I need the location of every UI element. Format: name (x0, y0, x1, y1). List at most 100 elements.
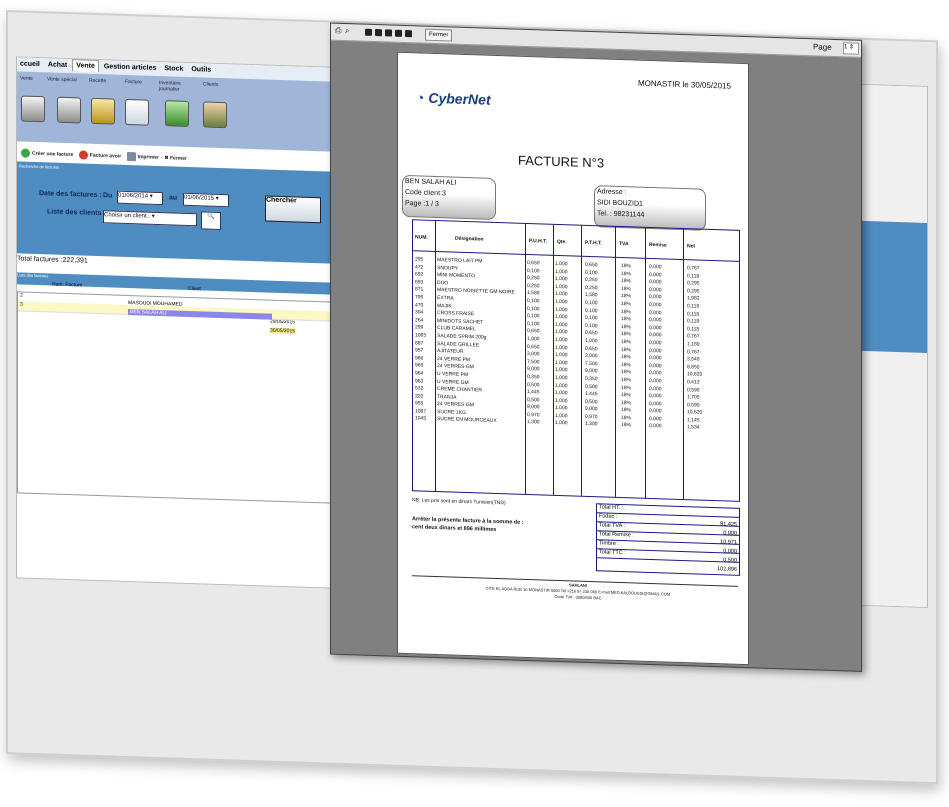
print-icon[interactable]: ⎙ (335, 26, 341, 36)
clients-icon[interactable] (203, 101, 227, 129)
search-panel: Recherche de factures Date des factures … (17, 161, 347, 265)
ribbon-label-recette: Recette (89, 77, 107, 85)
screenshot-stage: ccueil Achat Vente Gestion articles Stoc… (0, 0, 949, 807)
table-cell: 18% (621, 407, 632, 414)
four-pages-icon[interactable] (395, 29, 402, 37)
th-remise: Remise (649, 241, 667, 249)
one-page-icon[interactable] (365, 28, 372, 36)
col-ptht-values: 0,650 0,100 0,250 0,250 1,580 0,100 0,100 0,100… (585, 262, 598, 429)
table-cell: 1,000 (555, 298, 568, 306)
col-divider (683, 229, 684, 500)
logo-text: CyberNet (428, 89, 491, 108)
page-spinner[interactable]: 1 ⇕ (843, 42, 859, 55)
client-page: Page :1 / 3 (405, 200, 439, 209)
zoom-icon[interactable]: ⌕ (345, 26, 349, 36)
date-from-picker[interactable]: 01/06/2014 ▾ (117, 190, 163, 206)
six-pages-icon[interactable] (405, 30, 412, 38)
menu-gestion-articles[interactable]: Gestion articles (101, 61, 160, 74)
table-cell: 3,000 (527, 351, 540, 358)
table-cell: 1,000 (555, 374, 568, 382)
table-cell: 0,413 (687, 379, 700, 386)
client-box: BEN SALAH ALI Code client:3 Page :1 / 3 (402, 174, 496, 220)
table-cell: 0,000 (649, 339, 662, 347)
search-icon[interactable]: 🔍 (201, 211, 221, 231)
create-invoice-label: Créer une facture (32, 150, 74, 159)
th-ptht: P.T.H.T. (585, 239, 602, 247)
table-cell: 0,650 (527, 259, 540, 267)
print-button[interactable]: Imprimer (126, 151, 159, 162)
table-cell: 3,000 (585, 352, 598, 360)
menu-outils[interactable]: Outils (188, 64, 214, 76)
table-cell: 304 (415, 309, 424, 316)
th-tva: TVA (619, 240, 629, 248)
credit-note-button[interactable]: Facture avoir (78, 150, 121, 160)
three-pages-icon[interactable] (385, 29, 392, 37)
table-cell: 1,445 (585, 390, 598, 398)
search-section-title: Recherche de factures (19, 163, 60, 170)
clients-label: Liste des clients : (47, 208, 106, 218)
menu-vente[interactable]: Vente (72, 59, 99, 73)
menu-achat[interactable]: Achat (45, 59, 70, 71)
table-cell: 1,000 (555, 352, 568, 359)
table-cell: 0,100 (585, 315, 598, 322)
close-button[interactable]: ✖ Fermer (164, 155, 187, 162)
address-box: Adresse : SIDI BOUZID1 Tel. : 98231144 (594, 185, 706, 231)
place-date: MONASTIR le 30/05/2015 (638, 78, 731, 91)
table-cell: 955 (415, 400, 424, 407)
cash-register-icon[interactable] (21, 95, 45, 123)
menu-accueil[interactable]: ccueil (17, 58, 43, 70)
table-cell: 0,295 (687, 280, 700, 287)
table-cell: 18% (621, 263, 632, 270)
date-to-picker[interactable]: 01/06/2015 ▾ (183, 192, 229, 208)
table-cell: 1,000 (585, 337, 598, 345)
th-puht: P.U.H.T. (529, 238, 547, 245)
invoice-document-icon[interactable] (125, 98, 149, 126)
table-cell: 18% (621, 316, 632, 323)
special-sale-icon[interactable] (57, 96, 81, 124)
total-tva-label: Total TVA : (599, 522, 626, 530)
du-label: Du (103, 192, 113, 200)
fodec-label: Fodec : (599, 513, 618, 520)
table-cell: 18% (621, 392, 632, 399)
chercher-button[interactable]: Chercher (265, 195, 321, 224)
client-select[interactable]: Choisir un client.. ▾ (103, 210, 197, 227)
table-cell: 0,100 (527, 297, 540, 305)
fermer-button[interactable]: Fermer (425, 28, 453, 42)
close-label: Fermer (169, 155, 187, 162)
ribbon-label-inventaire: Inventaire journalier (159, 79, 181, 93)
table-cell: 1,445 (527, 389, 540, 396)
price-note: NB: Les prix sont en dinars Tunisien(TND… (412, 497, 506, 507)
col-designation-values: MAESTRO LAIT PM SNOUPY MINI MOMENTO DUO MAES… (437, 257, 515, 427)
tilted-window-frame: ccueil Achat Vente Gestion articles Stoc… (6, 10, 938, 785)
menu-stock[interactable]: Stock (161, 63, 186, 75)
table-cell: 532 (415, 385, 424, 392)
table-cell: 1,705 (687, 394, 700, 401)
col-divider (581, 225, 582, 496)
col-remise-values: 0,000 0,000 0,000 0,000 0,000 0,000 0,000 0,000… (649, 264, 662, 431)
invoice-title: FACTURE N°3 (518, 152, 605, 171)
total-remise-label: Total Remise : (599, 531, 634, 539)
address-tel: Tel. : 98231144 (597, 210, 645, 219)
date-label: Date des factures : (39, 190, 102, 200)
create-invoice-button[interactable]: Créer une facture (21, 148, 73, 159)
amount-in-words: Arrêter la présente facture à la somme d… (412, 515, 524, 535)
table-cell: 1,000 (555, 276, 568, 283)
total-ht-label: Total HT. : (599, 504, 624, 512)
receipt-money-icon[interactable] (91, 97, 115, 125)
col-divider (553, 224, 554, 495)
delete-icon (78, 150, 88, 160)
table-cell: 0,650 (585, 261, 598, 269)
table-cell: 1045 (415, 415, 427, 423)
ribbon-label-clients: Clients (203, 81, 219, 88)
table-cell: 18% (621, 278, 632, 285)
table-cell: 1065 (415, 332, 427, 339)
table-cell: 0,250 (585, 277, 598, 284)
table-cell: 0,000 (649, 423, 662, 430)
page-label: Page (813, 42, 832, 52)
grand-total-value: 102,896 (717, 566, 737, 573)
inventory-icon[interactable] (165, 100, 189, 127)
row-num: 2 (20, 292, 23, 299)
th-designation: Désignation (455, 235, 484, 243)
items-table: NUM. Désignation P.U.H.T. Qte. P.T.H.T. … (412, 219, 740, 502)
two-pages-icon[interactable] (375, 29, 382, 37)
